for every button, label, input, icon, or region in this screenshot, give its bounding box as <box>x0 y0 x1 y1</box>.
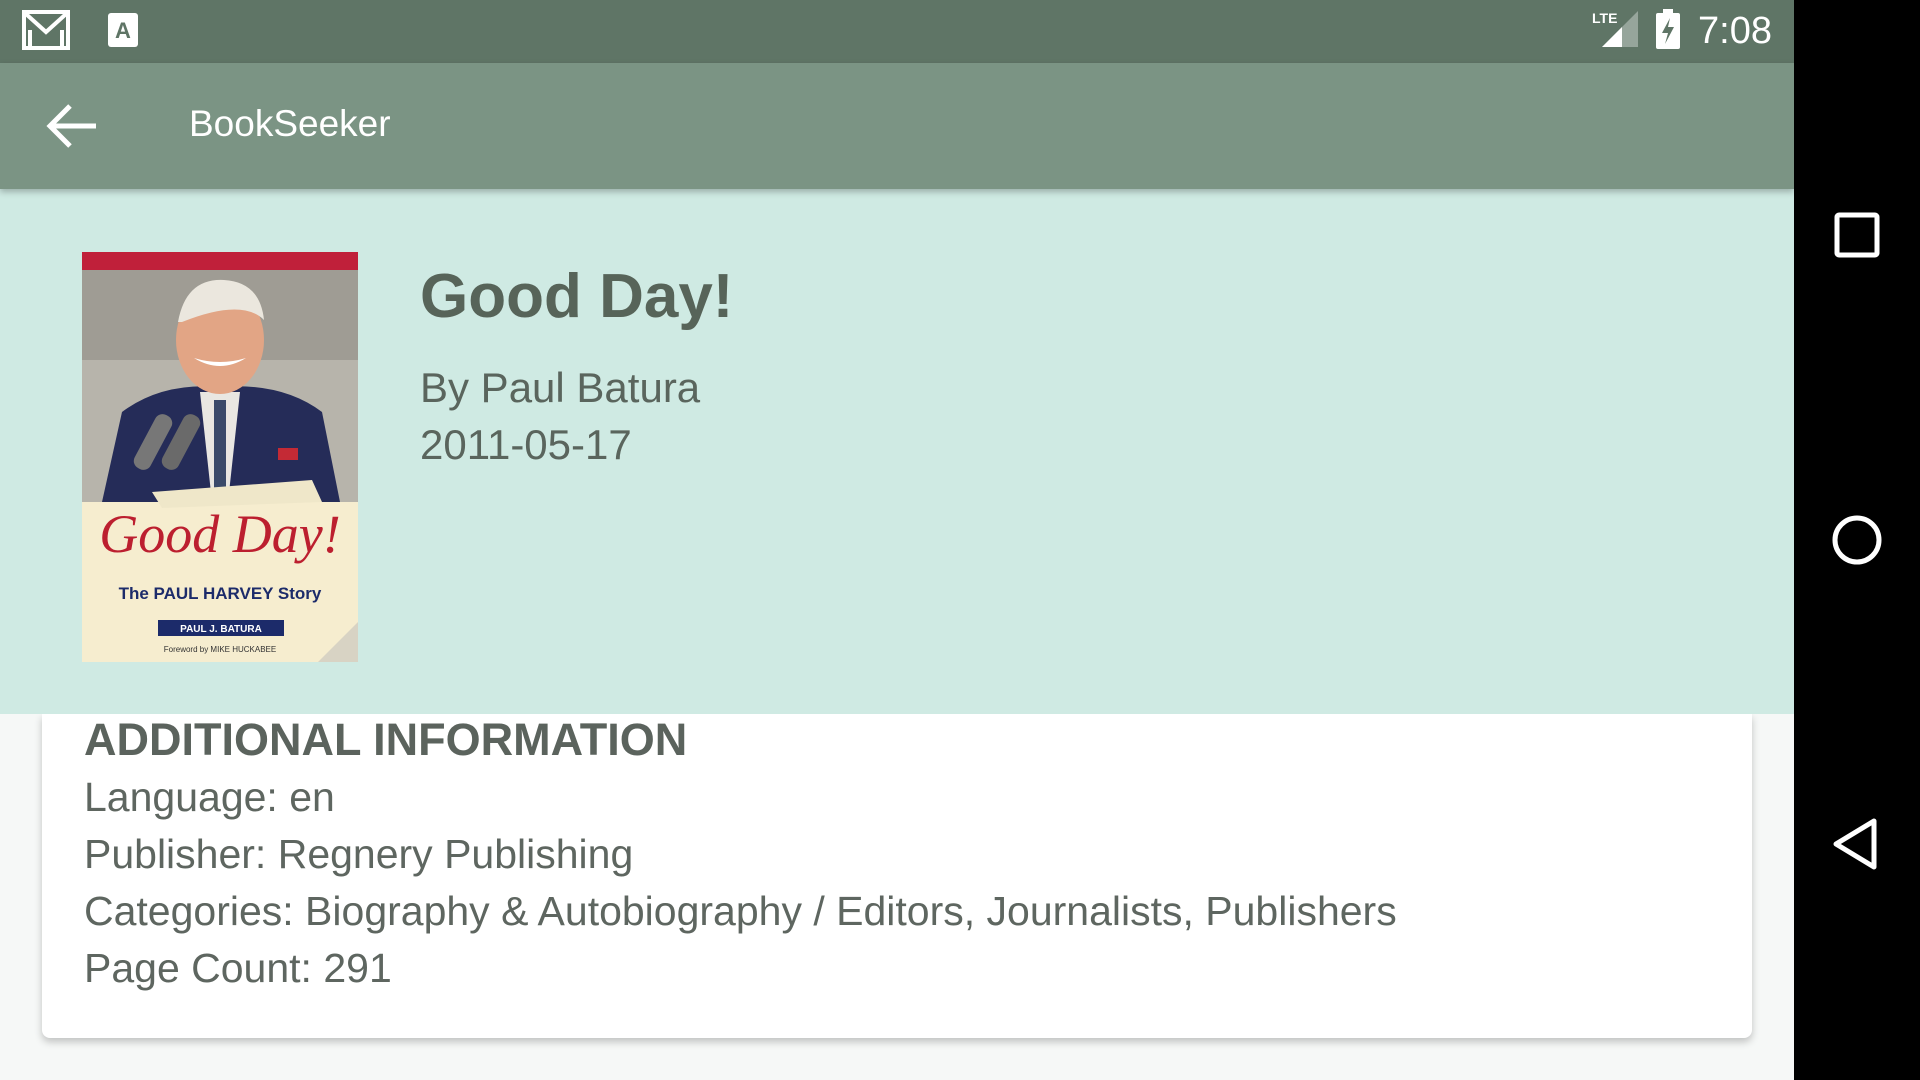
book-header: Good Day! The PAUL HARVEY Story PAUL J. … <box>0 189 1794 714</box>
lte-signal-icon: LTE <box>1592 9 1639 54</box>
book-cover-image: Good Day! The PAUL HARVEY Story PAUL J. … <box>82 252 358 662</box>
publisher-line: Publisher: Regnery Publishing <box>84 831 634 877</box>
additional-info-card: ADDITIONAL INFORMATION Language: en Publ… <box>42 714 1752 1038</box>
gmail-icon <box>22 10 70 55</box>
font-a-icon: A <box>108 13 138 52</box>
book-published-date: 2011-05-17 <box>420 421 632 468</box>
back-triangle-icon <box>1828 818 1886 877</box>
language-line: Language: en <box>84 774 335 820</box>
book-author: By Paul Batura <box>420 364 701 411</box>
cover-author: PAUL J. BATURA <box>180 624 262 635</box>
cover-foreword: Foreword by MIKE HUCKABEE <box>164 645 276 654</box>
book-title: Good Day! <box>420 262 734 331</box>
cover-title: Good Day! <box>99 504 340 564</box>
home-button[interactable] <box>1828 511 1886 569</box>
system-back-button[interactable] <box>1828 815 1886 873</box>
back-button[interactable] <box>44 98 104 154</box>
recents-button[interactable] <box>1828 206 1886 264</box>
recents-square-icon <box>1828 212 1886 268</box>
battery-charging-icon <box>1656 9 1681 54</box>
clock: 7:08 <box>1698 10 1772 52</box>
categories-line: Categories: Biography & Autobiography / … <box>84 888 1397 934</box>
page-count-line: Page Count: 291 <box>84 945 392 991</box>
arrow-left-icon <box>44 104 104 158</box>
app-title: BookSeeker <box>189 103 391 144</box>
status-bar: A LTE 7:08 <box>0 0 1794 63</box>
network-type: LTE <box>1592 10 1617 26</box>
system-nav-bar <box>1794 0 1920 1080</box>
home-circle-icon <box>1828 515 1886 573</box>
cover-subtitle: The PAUL HARVEY Story <box>119 584 322 603</box>
svg-text:A: A <box>115 18 131 43</box>
additional-info-heading: ADDITIONAL INFORMATION <box>84 714 688 765</box>
app-bar: BookSeeker <box>0 63 1794 189</box>
